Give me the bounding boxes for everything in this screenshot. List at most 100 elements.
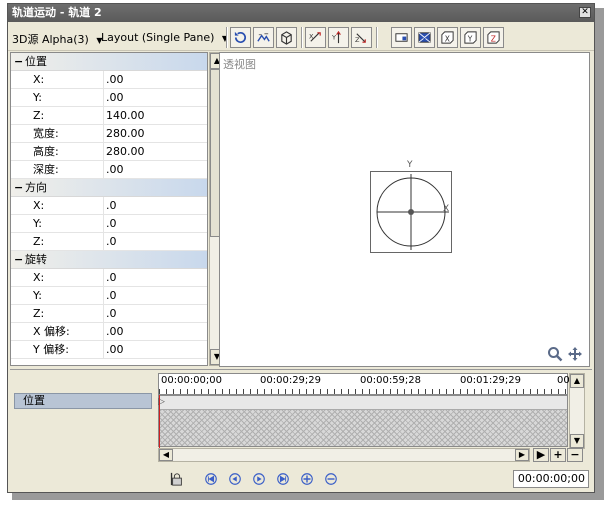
source-dropdown[interactable]: 3D源 Alpha(3) ▼ (12, 31, 102, 47)
section-label: 位置 (25, 55, 47, 68)
axis-y-label: Y (331, 33, 337, 41)
prev-keyframe-icon (229, 473, 241, 485)
property-row: Y: .0 (11, 287, 207, 305)
property-row: Y 偏移: .00 (11, 341, 207, 359)
toolbar: 3D源 Alpha(3) ▼ Layout (Single Pane) ▼ X … (8, 23, 594, 51)
transport-bar: 00:00:00;00 (10, 466, 592, 492)
time-cursor[interactable] (159, 395, 160, 455)
add-keyframe-button[interactable] (298, 470, 316, 488)
last-keyframe-button[interactable] (274, 470, 292, 488)
lock-button[interactable] (168, 470, 186, 488)
zoom-in-button[interactable]: + (550, 448, 566, 462)
track-label-position[interactable]: 位置 (14, 393, 152, 409)
property-value[interactable]: .00 (103, 323, 203, 341)
property-value[interactable]: .0 (103, 197, 203, 215)
first-keyframe-button[interactable] (202, 470, 220, 488)
section-header[interactable]: − 旋转 (11, 251, 207, 269)
next-keyframe-icon (253, 473, 265, 485)
position-track-lane[interactable]: ▷ (158, 396, 567, 410)
y-button[interactable]: Y (460, 27, 481, 48)
property-value[interactable]: .0 (103, 233, 203, 251)
collapse-icon[interactable]: − (14, 251, 23, 268)
zoom-icon[interactable] (547, 346, 563, 362)
property-row: 深度: .00 (11, 161, 207, 179)
scroll-left-icon[interactable]: ◀ (159, 449, 173, 461)
axis-z-icon: Z (355, 33, 366, 44)
property-value[interactable]: .00 (103, 89, 203, 107)
property-key: Y 偏移: (33, 343, 69, 356)
add-keyframe-icon (301, 473, 313, 485)
properties-panel: − 位置 X: .00 Y: .00 Z: 140.00 宽度: 280.00 高度: 280.00 深… (10, 52, 208, 366)
time-ruler[interactable]: 00:00:00;00 00:00:29;29 00:00:59;28 00:0… (158, 373, 570, 395)
collapse-icon[interactable]: − (14, 53, 23, 70)
property-value[interactable]: .0 (103, 305, 203, 323)
property-row: 高度: 280.00 (11, 143, 207, 161)
cube-3d-button[interactable] (276, 27, 297, 48)
axis-x-icon: X (309, 32, 321, 42)
property-key: X: (33, 73, 45, 86)
x-button-icon: X (441, 31, 454, 44)
scroll-down-icon[interactable]: ▼ (570, 434, 584, 448)
prev-keyframe-button[interactable] (226, 470, 244, 488)
ruler-mark: 00:00:00;00 (161, 375, 223, 386)
property-value[interactable]: .0 (103, 215, 203, 233)
property-row: Y: .0 (11, 215, 207, 233)
property-value[interactable]: 140.00 (103, 107, 203, 125)
property-value[interactable]: 280.00 (103, 143, 203, 161)
timeline-vertical-scrollbar[interactable]: ▲ ▼ (569, 373, 585, 449)
window-title: 轨道运动 - 轨道 2 (12, 6, 102, 19)
lock-icon (170, 472, 182, 486)
layout-dropdown[interactable]: Layout (Single Pane) ▼ (101, 31, 228, 44)
property-value[interactable]: .00 (103, 341, 203, 359)
property-row: X: .00 (11, 71, 207, 89)
keyframe-track-area[interactable]: ▷ (158, 395, 568, 447)
scroll-up-icon[interactable]: ▲ (570, 374, 584, 388)
section-header[interactable]: − 方向 (11, 179, 207, 197)
delete-keyframe-button[interactable] (322, 470, 340, 488)
scroll-right-end-icon[interactable]: ▶ (533, 448, 549, 462)
scroll-right-icon[interactable]: ▶ (515, 449, 529, 461)
move-icon[interactable] (567, 346, 583, 362)
property-value[interactable]: .0 (103, 269, 203, 287)
property-key: 高度: (33, 145, 59, 158)
close-button[interactable]: ✕ (579, 7, 591, 18)
x-button-label: X (445, 34, 450, 43)
timeline-horizontal-scrollbar[interactable]: ◀ ▶ (158, 448, 530, 462)
property-key: Y: (33, 91, 42, 104)
next-keyframe-button[interactable] (250, 470, 268, 488)
z-button[interactable]: Z (483, 27, 504, 48)
first-keyframe-icon (205, 473, 217, 485)
ruler-mark: 00 (557, 375, 570, 386)
property-key: Y: (33, 289, 42, 302)
property-row: Y: .00 (11, 89, 207, 107)
rotate-button[interactable] (230, 27, 251, 48)
property-key: X: (33, 199, 45, 212)
track-gizmo[interactable]: Y X (370, 160, 452, 253)
axis-z-button[interactable]: Z (351, 27, 372, 48)
property-value[interactable]: .00 (103, 71, 203, 89)
property-value[interactable]: .0 (103, 287, 203, 305)
axis-z-label: Z (355, 36, 360, 44)
property-value[interactable]: 280.00 (103, 125, 203, 143)
property-row: Z: 140.00 (11, 107, 207, 125)
property-row: X 偏移: .00 (11, 323, 207, 341)
blur-icon (257, 33, 270, 42)
ruler-mark: 00:00:59;28 (360, 375, 422, 386)
section-header[interactable]: − 位置 (11, 53, 207, 71)
z-button-label: Z (491, 34, 496, 43)
timecode-display[interactable]: 00:00:00;00 (513, 470, 589, 488)
blur-button[interactable] (253, 27, 274, 48)
property-row: Z: .0 (11, 233, 207, 251)
perspective-viewport[interactable]: 透视图 Y X (219, 52, 590, 367)
property-value[interactable]: .00 (103, 161, 203, 179)
pane-single-button[interactable] (391, 27, 412, 48)
axis-y-button[interactable]: Y (328, 27, 349, 48)
envelope-button[interactable] (414, 27, 435, 48)
axis-x-button[interactable]: X (305, 27, 326, 48)
axis-x-marker: X (443, 204, 450, 214)
zoom-out-button[interactable]: − (567, 448, 583, 462)
ruler-mark: 00:01:29;29 (460, 375, 522, 386)
collapse-icon[interactable]: − (14, 179, 23, 196)
axis-y-marker: Y (407, 160, 413, 170)
x-button[interactable]: X (437, 27, 458, 48)
